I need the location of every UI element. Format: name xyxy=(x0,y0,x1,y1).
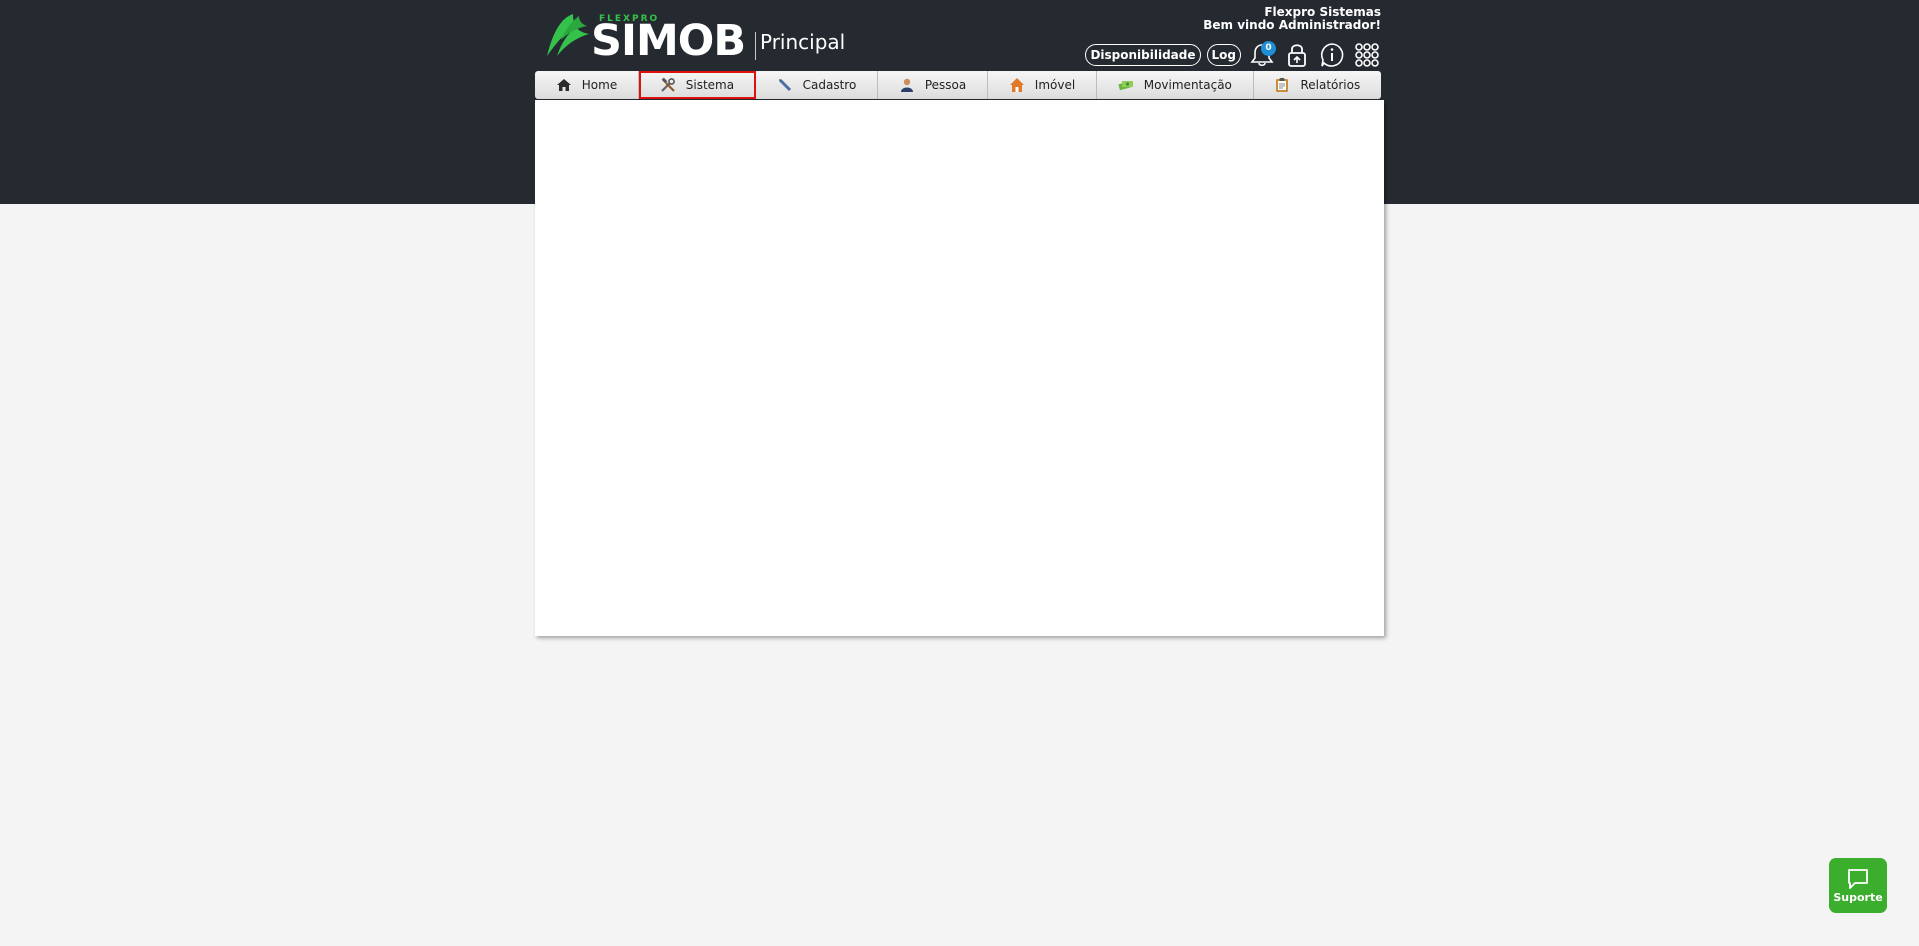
simob-logo[interactable]: FLEXPRO SIMOB Principal xyxy=(543,12,846,66)
lock-button[interactable] xyxy=(1282,41,1311,69)
apps-button[interactable] xyxy=(1352,41,1381,69)
house-icon xyxy=(1009,77,1025,93)
menu-item-sistema[interactable]: Sistema xyxy=(638,71,756,99)
home-icon xyxy=(556,77,572,93)
pen-icon xyxy=(777,77,793,93)
menu-item-movimentacao[interactable]: Movimentação xyxy=(1097,71,1254,99)
menu-item-imovel[interactable]: Imóvel xyxy=(988,71,1097,99)
main-content-panel xyxy=(535,100,1384,636)
menu-item-home[interactable]: Home xyxy=(535,71,639,99)
info-icon xyxy=(1320,43,1343,67)
money-icon xyxy=(1118,77,1134,93)
info-button[interactable] xyxy=(1317,41,1346,69)
header-toolbar: Disponibilidade Log 0 xyxy=(1085,40,1381,70)
apps-grid-icon xyxy=(1354,43,1379,67)
menu-item-pessoa[interactable]: Pessoa xyxy=(878,71,989,99)
chat-icon xyxy=(1848,869,1868,889)
suporte-label: Suporte xyxy=(1833,891,1883,904)
menu-item-label: Home xyxy=(581,78,618,92)
menu-item-label: Imóvel xyxy=(1034,78,1076,92)
person-icon xyxy=(899,77,915,93)
disponibilidade-button[interactable]: Disponibilidade xyxy=(1085,44,1201,66)
logo-divider xyxy=(755,32,756,60)
menu-item-label: Movimentação xyxy=(1143,78,1232,92)
log-button[interactable]: Log xyxy=(1206,44,1241,66)
clipboard-icon xyxy=(1274,77,1290,93)
welcome-text: Bem vindo Administrador! xyxy=(1203,18,1381,32)
swoosh-icon xyxy=(547,14,589,56)
notification-badge: 0 xyxy=(1261,41,1276,56)
brand-name: SIMOB xyxy=(591,16,746,66)
menu-item-label: Pessoa xyxy=(924,78,967,92)
suporte-button[interactable]: Suporte xyxy=(1829,858,1887,913)
menu-item-label: Relatórios xyxy=(1300,78,1361,92)
main-menu: Home Sistema Cadastro Pessoa Imóvel Movi… xyxy=(535,71,1381,99)
company-info: Flexpro Sistemas Bem vindo Administrador… xyxy=(1203,6,1381,32)
menu-item-label: Cadastro xyxy=(802,78,857,92)
module-title: Principal xyxy=(760,30,846,54)
lock-icon xyxy=(1287,44,1306,67)
menu-item-label: Sistema xyxy=(685,78,735,92)
menu-item-relatorios[interactable]: Relatórios xyxy=(1254,71,1381,99)
tools-icon xyxy=(660,77,676,93)
notifications-button[interactable]: 0 xyxy=(1247,41,1276,69)
menu-item-cadastro[interactable]: Cadastro xyxy=(756,71,879,99)
